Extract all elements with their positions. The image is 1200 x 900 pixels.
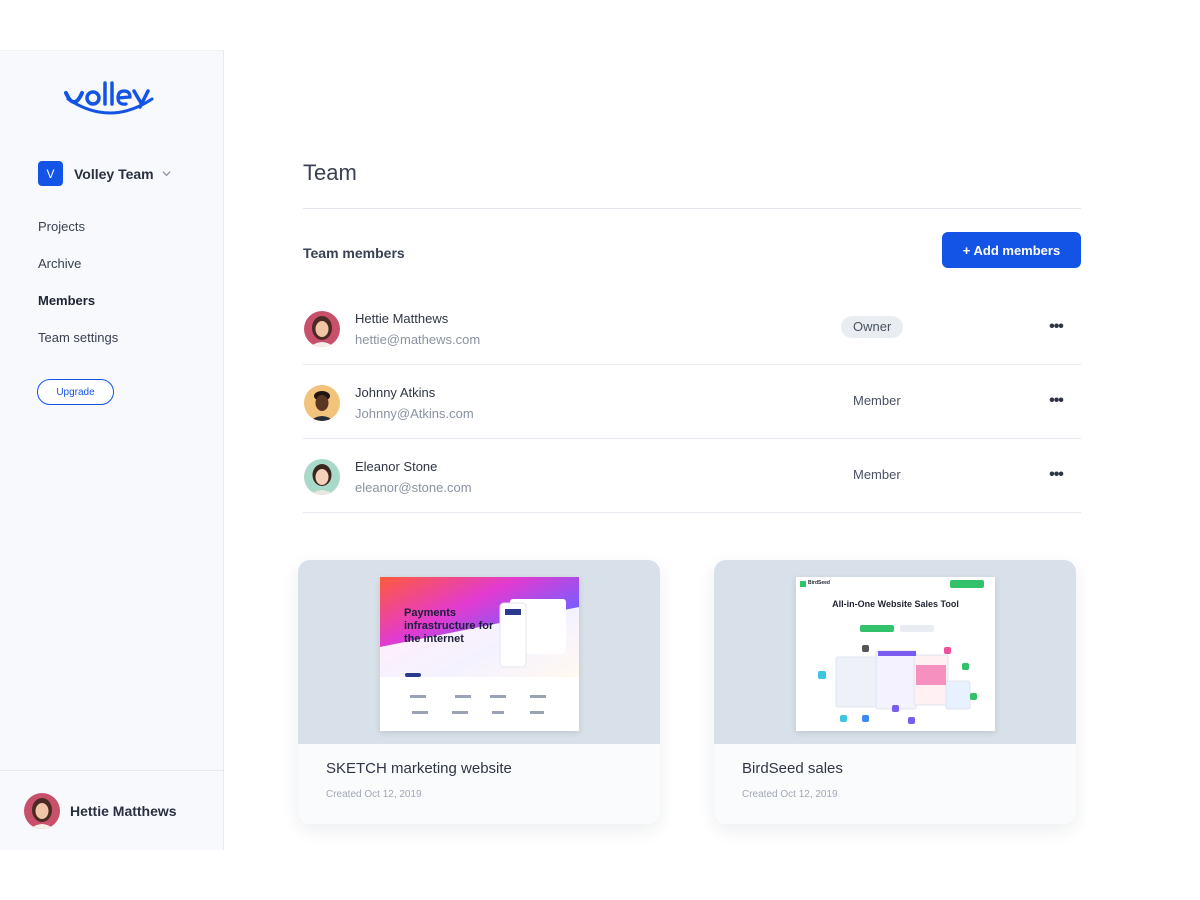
thumbnail-brand: BirdSeed — [808, 580, 830, 586]
member-name: Hettie Matthews — [355, 311, 449, 326]
more-horizontal-icon[interactable]: ••• — [1043, 465, 1069, 485]
table-row: Eleanor Stone eleanor@stone.com Member •… — [303, 439, 1081, 513]
project-thumbnail: BirdSeed All-in-One Website Sales Tool — [714, 560, 1076, 744]
page-title: Team — [303, 160, 357, 185]
divider — [303, 208, 1081, 209]
sidebar-nav: Projects Archive Members Team settings — [38, 217, 118, 365]
sidebar-item-projects[interactable]: Projects — [38, 217, 118, 254]
project-thumbnail: Payments infrastructure for the internet — [298, 560, 660, 744]
project-card[interactable]: Payments infrastructure for the internet… — [298, 560, 660, 824]
member-name: Eleanor Stone — [355, 459, 438, 474]
volley-logo[interactable] — [60, 77, 160, 117]
sidebar: V Volley Team Projects Archive Members T… — [0, 50, 224, 850]
member-email: Johnny@Atkins.com — [355, 406, 474, 421]
team-avatar: V — [38, 161, 63, 186]
project-title: SKETCH marketing website — [326, 760, 512, 777]
project-title: BirdSeed sales — [742, 760, 843, 777]
current-user[interactable]: Hettie Matthews — [0, 770, 223, 851]
role-badge: Owner — [841, 316, 904, 338]
website-screenshot: BirdSeed All-in-One Website Sales Tool — [796, 577, 995, 731]
section-title: Team members — [303, 245, 405, 261]
project-info: BirdSeed sales Created Oct 12, 2019 — [714, 744, 1076, 824]
more-horizontal-icon[interactable]: ••• — [1043, 317, 1069, 337]
members-list: Hettie Matthews hettie@mathews.com Owner… — [303, 291, 1081, 513]
sidebar-item-archive[interactable]: Archive — [38, 254, 118, 291]
avatar — [304, 385, 340, 421]
thumbnail-headline: Payments infrastructure for the internet — [404, 607, 494, 645]
table-row: Hettie Matthews hettie@mathews.com Owner… — [303, 291, 1081, 365]
sidebar-item-team-settings[interactable]: Team settings — [38, 328, 118, 365]
avatar — [24, 793, 60, 829]
team-name: Volley Team — [74, 165, 154, 182]
add-members-button[interactable]: + Add members — [942, 232, 1081, 268]
current-user-name: Hettie Matthews — [70, 803, 177, 819]
role-label: Member — [853, 467, 901, 482]
project-created-date: Created Oct 12, 2019 — [326, 789, 422, 800]
project-info: SKETCH marketing website Created Oct 12,… — [298, 744, 660, 824]
upgrade-button[interactable]: Upgrade — [37, 379, 114, 405]
member-email: hettie@mathews.com — [355, 332, 481, 347]
avatar — [304, 311, 340, 347]
team-switcher[interactable]: V Volley Team — [38, 161, 171, 186]
sidebar-item-members[interactable]: Members — [38, 291, 118, 328]
table-row: Johnny Atkins Johnny@Atkins.com Member •… — [303, 365, 1081, 439]
member-email: eleanor@stone.com — [355, 480, 472, 495]
project-card[interactable]: BirdSeed All-in-One Website Sales Tool B… — [714, 560, 1076, 824]
avatar — [304, 459, 340, 495]
role-label: Member — [853, 393, 901, 408]
member-name: Johnny Atkins — [355, 385, 436, 400]
chevron-down-icon — [162, 171, 171, 177]
project-created-date: Created Oct 12, 2019 — [742, 789, 838, 800]
more-horizontal-icon[interactable]: ••• — [1043, 391, 1069, 411]
website-screenshot: Payments infrastructure for the internet — [380, 577, 579, 731]
thumbnail-headline: All-in-One Website Sales Tool — [832, 599, 959, 609]
